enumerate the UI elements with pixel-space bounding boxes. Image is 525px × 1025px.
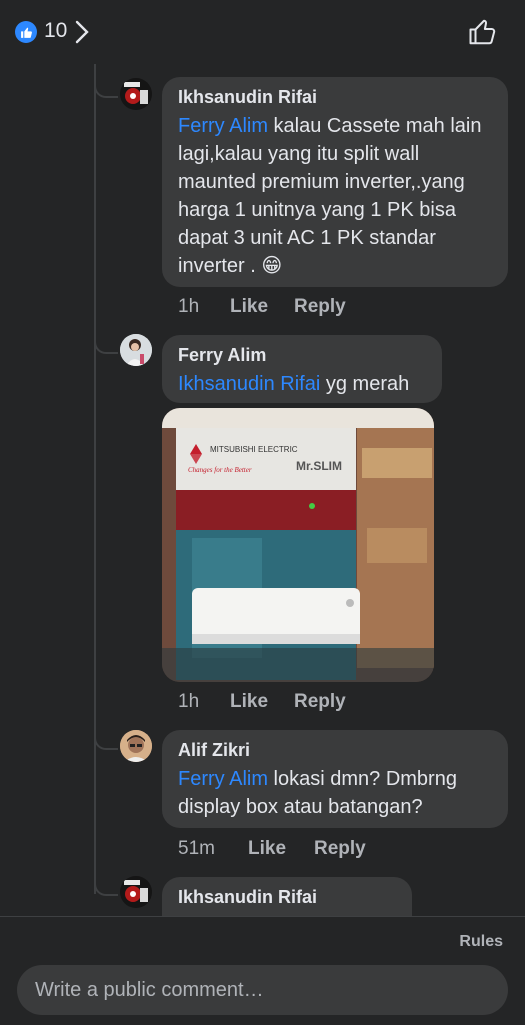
like-link[interactable]: Like: [230, 691, 294, 713]
avatar[interactable]: [120, 730, 152, 762]
comment-author[interactable]: Ikhsanudin Rifai: [178, 887, 396, 908]
rules-link[interactable]: Rules: [459, 933, 503, 951]
thread-branch: [94, 728, 118, 750]
air-conditioner-photo: MITSUBISHI ELECTRIC Changes for the Bett…: [162, 408, 434, 682]
comment-author[interactable]: Ferry Alim: [178, 345, 426, 366]
comment-actions: 1h Like Reply: [178, 691, 346, 713]
comment-composer: Rules: [0, 916, 525, 1025]
photo-brand-text: MITSUBISHI ELECTRIC: [210, 445, 298, 454]
thread-branch: [94, 874, 118, 896]
mention-link[interactable]: Ferry Alim: [178, 768, 268, 790]
comment-time[interactable]: 1h: [178, 691, 230, 713]
comment-author[interactable]: Ikhsanudin Rifai: [178, 87, 492, 108]
comment-text: Ikhsanudin Rifai yg merah: [178, 373, 410, 395]
comment-bubble: Ikhsanudin Rifai Ferry Alim kalau Casset…: [162, 77, 508, 287]
comment-actions: 1h Like Reply: [178, 296, 346, 318]
comment-time[interactable]: 51m: [178, 838, 248, 860]
thread-line: [94, 64, 96, 894]
reply-link[interactable]: Reply: [294, 296, 346, 318]
mention-link[interactable]: Ferry Alim: [178, 115, 268, 137]
thread-branch: [94, 76, 118, 98]
reaction-count[interactable]: 10: [44, 19, 67, 43]
photo-model-text: Mr.SLIM: [296, 459, 342, 473]
avatar[interactable]: [120, 876, 152, 908]
comment-text: Ferry Alim kalau Cassete mah lain lagi,k…: [178, 115, 482, 277]
chevron-right-icon[interactable]: [74, 20, 90, 44]
comment-bubble: Ferry Alim Ikhsanudin Rifai yg merah: [162, 335, 442, 403]
photo-tagline-text: Changes for the Better: [188, 466, 252, 474]
reply-link[interactable]: Reply: [314, 838, 366, 860]
reactions-bar: 10: [0, 0, 525, 64]
comment-photo[interactable]: MITSUBISHI ELECTRIC Changes for the Bett…: [162, 408, 434, 682]
thread-branch: [94, 332, 118, 354]
reply-link[interactable]: Reply: [294, 691, 346, 713]
like-reaction-icon[interactable]: [15, 21, 37, 43]
like-link[interactable]: Like: [248, 838, 314, 860]
avatar[interactable]: [120, 78, 152, 110]
mention-link[interactable]: Ikhsanudin Rifai: [178, 373, 320, 395]
comment-input[interactable]: [17, 965, 508, 1015]
comment-author[interactable]: Alif Zikri: [178, 740, 492, 761]
comment-time[interactable]: 1h: [178, 296, 230, 318]
like-button-icon[interactable]: [468, 17, 498, 47]
comment-bubble: Alif Zikri Ferry Alim lokasi dmn? Dmbrng…: [162, 730, 508, 828]
comment-text: Ferry Alim lokasi dmn? Dmbrng display bo…: [178, 768, 457, 818]
avatar[interactable]: [120, 334, 152, 366]
like-link[interactable]: Like: [230, 296, 294, 318]
comment-actions: 51m Like Reply: [178, 838, 366, 860]
